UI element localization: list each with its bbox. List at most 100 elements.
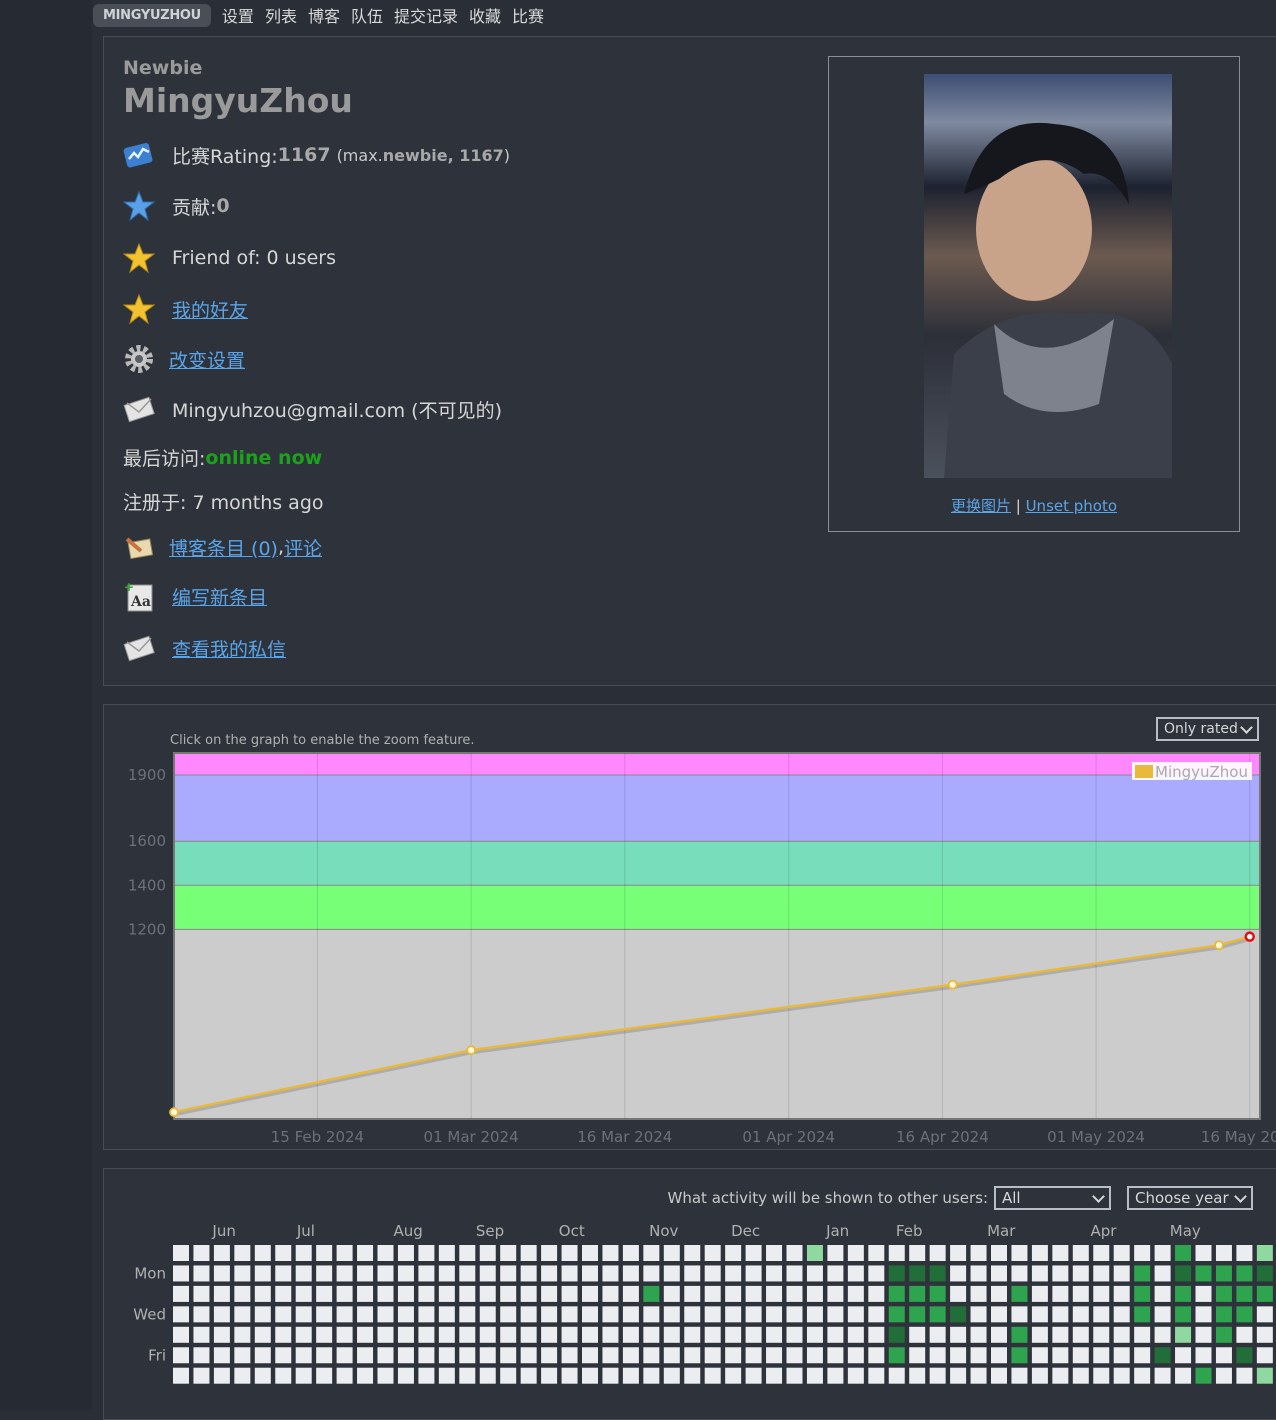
activity-cell[interactable] (622, 1367, 639, 1384)
activity-cell[interactable] (1113, 1285, 1130, 1302)
activity-cell[interactable] (173, 1326, 189, 1343)
activity-cell[interactable] (193, 1285, 210, 1302)
activity-cell[interactable] (643, 1285, 660, 1302)
activity-cell[interactable] (1195, 1367, 1212, 1384)
activity-cell[interactable] (1052, 1367, 1069, 1384)
activity-cell[interactable] (295, 1245, 312, 1261)
activity-cell[interactable] (254, 1367, 271, 1384)
activity-cell[interactable] (582, 1285, 598, 1302)
activity-cell[interactable] (970, 1367, 987, 1384)
activity-cell[interactable] (582, 1367, 598, 1384)
activity-cell[interactable] (1011, 1245, 1028, 1261)
activity-cell[interactable] (745, 1245, 762, 1261)
activity-cell[interactable] (1011, 1347, 1028, 1364)
activity-cell[interactable] (950, 1265, 967, 1282)
unset-photo-link[interactable]: Unset photo (1026, 497, 1117, 515)
activity-cell[interactable] (397, 1347, 414, 1364)
activity-cell[interactable] (357, 1265, 374, 1282)
activity-cell[interactable] (438, 1367, 455, 1384)
activity-cell[interactable] (397, 1326, 414, 1343)
activity-cell[interactable] (418, 1367, 435, 1384)
activity-cell[interactable] (909, 1245, 926, 1261)
activity-cell[interactable] (1093, 1326, 1110, 1343)
activity-cell[interactable] (1072, 1245, 1089, 1261)
activity-cell[interactable] (459, 1265, 476, 1282)
activity-cell[interactable] (888, 1347, 905, 1364)
activity-cell[interactable] (725, 1306, 742, 1323)
activity-cell[interactable] (1052, 1306, 1069, 1323)
activity-cell[interactable] (295, 1347, 312, 1364)
activity-cell[interactable] (336, 1265, 353, 1282)
activity-cell[interactable] (725, 1326, 742, 1343)
activity-cell[interactable] (520, 1285, 537, 1302)
activity-cell[interactable] (357, 1347, 374, 1364)
rating-point[interactable] (947, 979, 958, 990)
activity-cell[interactable] (1072, 1306, 1089, 1323)
activity-cell[interactable] (479, 1285, 496, 1302)
activity-cell[interactable] (438, 1245, 455, 1261)
activity-cell[interactable] (438, 1265, 455, 1282)
activity-cell[interactable] (909, 1347, 926, 1364)
activity-cell[interactable] (541, 1306, 558, 1323)
activity-cell[interactable] (438, 1326, 455, 1343)
activity-cell[interactable] (275, 1306, 292, 1323)
activity-cell[interactable] (561, 1326, 578, 1343)
activity-cell[interactable] (541, 1265, 558, 1282)
activity-cell[interactable] (950, 1326, 967, 1343)
activity-cell[interactable] (1175, 1326, 1192, 1343)
activity-cell[interactable] (1236, 1245, 1253, 1261)
activity-cell[interactable] (1215, 1285, 1232, 1302)
activity-cell[interactable] (1215, 1306, 1232, 1323)
activity-cell[interactable] (684, 1306, 701, 1323)
activity-cell[interactable] (295, 1367, 312, 1384)
activity-cell[interactable] (1052, 1245, 1069, 1261)
nav-user-badge[interactable]: MINGYUZHOU (93, 3, 211, 27)
activity-cell[interactable] (602, 1347, 619, 1364)
activity-cell[interactable] (888, 1265, 905, 1282)
activity-cell[interactable] (991, 1326, 1007, 1343)
activity-cell[interactable] (786, 1285, 803, 1302)
activity-cell[interactable] (663, 1306, 680, 1323)
activity-cell[interactable] (1236, 1326, 1253, 1343)
activity-cell[interactable] (1215, 1245, 1232, 1261)
activity-cell[interactable] (663, 1347, 680, 1364)
activity-cell[interactable] (1031, 1347, 1048, 1364)
activity-cell[interactable] (500, 1326, 517, 1343)
activity-cell[interactable] (479, 1245, 496, 1261)
activity-cell[interactable] (663, 1265, 680, 1282)
nav-item-teams[interactable]: 队伍 (351, 3, 383, 27)
activity-cell[interactable] (1175, 1265, 1192, 1282)
activity-cell[interactable] (929, 1306, 946, 1323)
activity-cell[interactable] (1154, 1326, 1171, 1343)
activity-cell[interactable] (1256, 1245, 1273, 1261)
activity-cell[interactable] (847, 1306, 864, 1323)
activity-cell[interactable] (418, 1265, 435, 1282)
activity-cell[interactable] (520, 1245, 537, 1261)
activity-cell[interactable] (520, 1347, 537, 1364)
activity-cell[interactable] (377, 1326, 394, 1343)
activity-cell[interactable] (316, 1245, 333, 1261)
activity-cell[interactable] (295, 1306, 312, 1323)
activity-cell[interactable] (357, 1367, 374, 1384)
activity-cell[interactable] (418, 1326, 435, 1343)
activity-cell[interactable] (541, 1367, 558, 1384)
activity-cell[interactable] (786, 1326, 803, 1343)
activity-cell[interactable] (847, 1347, 864, 1364)
activity-cell[interactable] (1052, 1347, 1069, 1364)
change-settings-link[interactable]: 改变设置 (169, 346, 245, 373)
activity-cell[interactable] (1093, 1245, 1110, 1261)
activity-cell[interactable] (234, 1326, 251, 1343)
activity-cell[interactable] (520, 1326, 537, 1343)
activity-cell[interactable] (1072, 1347, 1089, 1364)
activity-cell[interactable] (991, 1265, 1007, 1282)
activity-cell[interactable] (254, 1306, 271, 1323)
activity-cell[interactable] (582, 1326, 598, 1343)
activity-cell[interactable] (213, 1285, 230, 1302)
activity-cell[interactable] (827, 1367, 844, 1384)
activity-cell[interactable] (1031, 1265, 1048, 1282)
activity-cell[interactable] (868, 1326, 885, 1343)
activity-cell[interactable] (213, 1347, 230, 1364)
activity-cell[interactable] (459, 1285, 476, 1302)
nav-item-contests[interactable]: 比赛 (512, 3, 544, 27)
activity-cell[interactable] (766, 1306, 783, 1323)
